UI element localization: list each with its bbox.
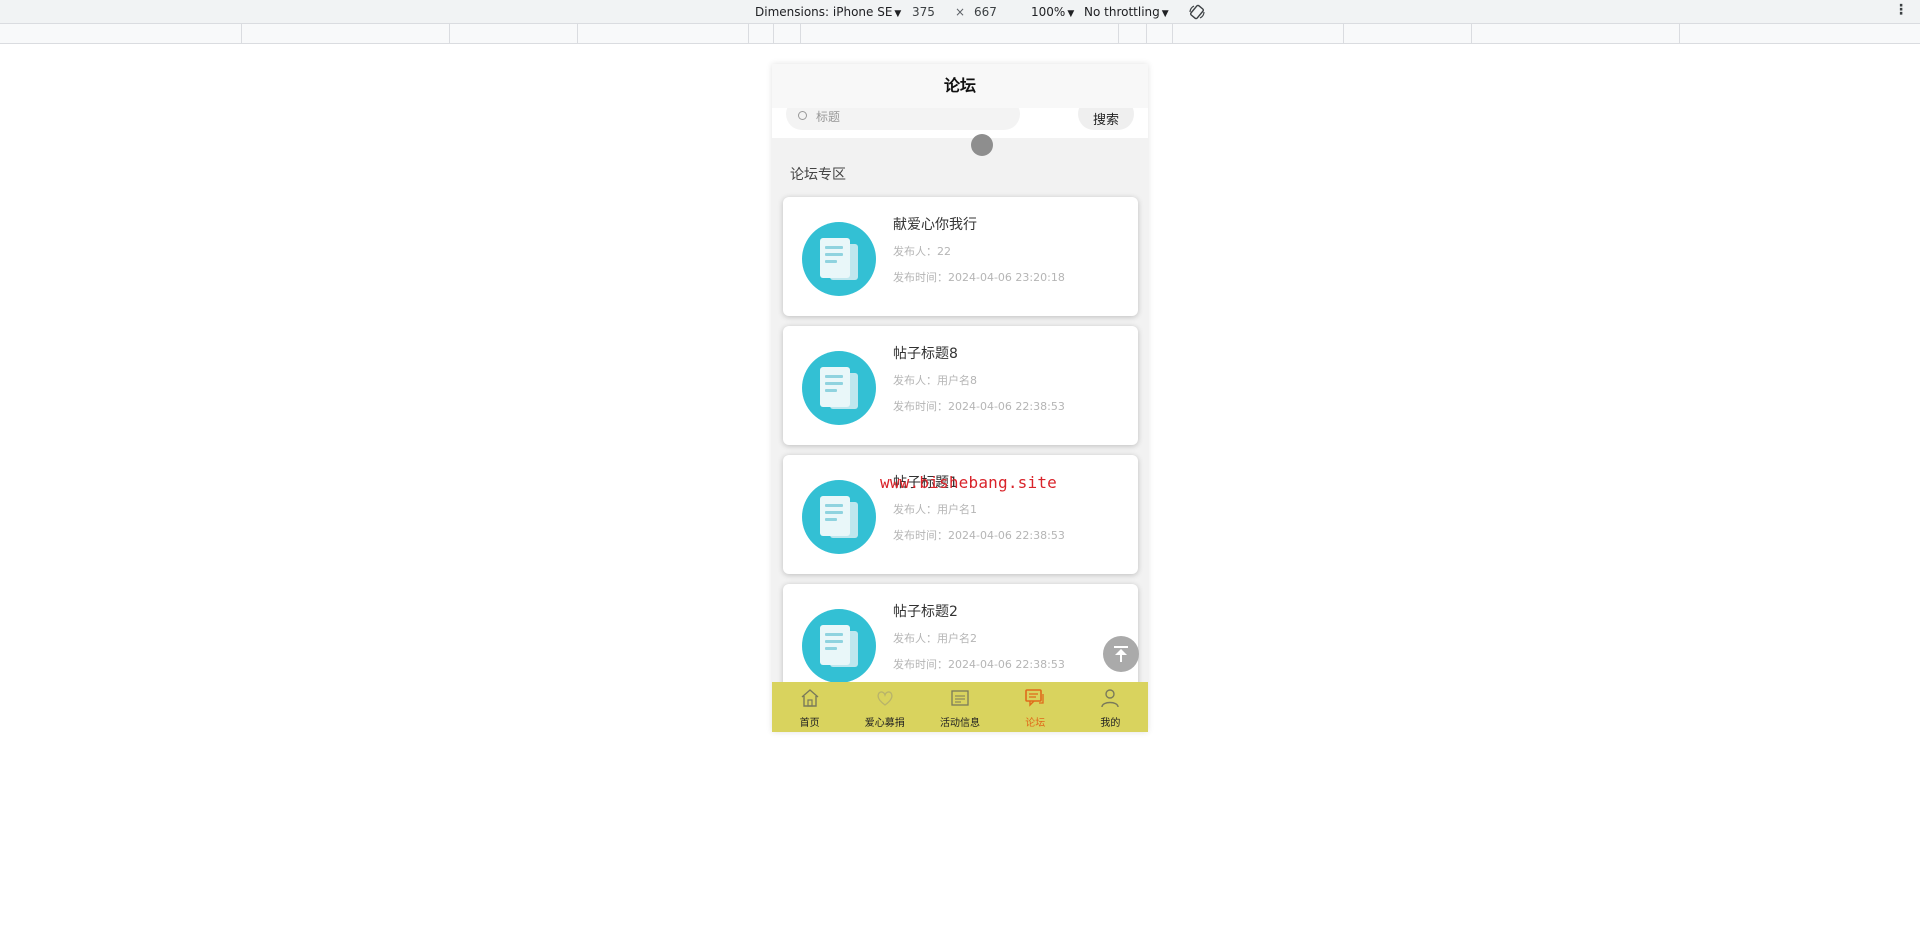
page-title: 论坛 [772, 64, 1148, 108]
more-options-icon[interactable]: ⋮ [1894, 2, 1908, 18]
tab-mine[interactable]: 我的 [1073, 682, 1148, 732]
throttling-label: No throttling [1084, 5, 1160, 19]
post-author: 发布人：22 [893, 245, 951, 258]
height-input[interactable]: 667 [974, 4, 997, 20]
touch-cursor-indicator [971, 134, 993, 156]
post-card[interactable]: 献爱心你我行 发布人：22 发布时间：2024-04-06 23:20:18 [783, 197, 1138, 316]
throttling-selector[interactable]: No throttling ▼ [1084, 4, 1169, 22]
post-time: 发布时间：2024-04-06 23:20:18 [893, 271, 1065, 284]
ruler-tick [1343, 24, 1344, 44]
devtools-device-toolbar: Dimensions: iPhone SE ▼ 375 × 667 100% ▼ N… [0, 0, 1920, 24]
zoom-label: 100% [1031, 5, 1066, 19]
width-input[interactable]: 375 [912, 4, 935, 20]
ruler-tick [241, 24, 242, 44]
search-button[interactable]: 搜索 [1078, 108, 1134, 130]
section-title: 论坛专区 [790, 167, 846, 183]
post-title: 帖子标题2 [893, 604, 958, 620]
watermark-text: www.bishebang.site [880, 473, 1057, 492]
tab-label: 论坛 [1025, 718, 1046, 729]
ruler-tick [1172, 24, 1173, 44]
device-selector[interactable]: Dimensions: iPhone SE ▼ [755, 4, 901, 22]
tab-label: 首页 [799, 718, 820, 729]
ruler-tick [577, 24, 578, 44]
ruler-tick [1118, 24, 1119, 44]
post-time: 发布时间：2024-04-06 22:38:53 [893, 658, 1065, 671]
media-query-ruler [0, 24, 1920, 44]
tab-label: 我的 [1100, 718, 1121, 729]
ruler-tick [800, 24, 801, 44]
post-time: 发布时间：2024-04-06 22:38:53 [893, 400, 1065, 413]
search-placeholder: 标题 [816, 110, 841, 124]
search-input[interactable]: 标题 [786, 108, 1020, 130]
ruler-tick [1146, 24, 1147, 44]
search-icon [798, 111, 807, 120]
activity-icon [951, 690, 969, 706]
search-bar: 标题 搜索 [772, 108, 1148, 138]
post-card[interactable]: 帖子标题8 发布人：用户名8 发布时间：2024-04-06 22:38:53 [783, 326, 1138, 445]
donate-icon [877, 691, 893, 706]
ruler-tick [449, 24, 450, 44]
tab-bar: 首页 爱心募捐 活动信息 论坛 我的 [772, 682, 1148, 732]
ruler-tick [748, 24, 749, 44]
chevron-down-icon: ▼ [1067, 9, 1075, 19]
post-author: 发布人：用户名2 [893, 632, 977, 645]
ruler-tick [773, 24, 774, 44]
tab-donate[interactable]: 爱心募捐 [847, 682, 922, 732]
back-to-top-button[interactable] [1103, 636, 1139, 672]
tab-forum[interactable]: 论坛 [998, 682, 1073, 732]
chevron-down-icon: ▼ [1161, 9, 1169, 19]
ruler-tick [1471, 24, 1472, 44]
rotate-icon[interactable] [1188, 3, 1206, 21]
forum-icon [1025, 689, 1044, 707]
chevron-down-icon: ▼ [894, 9, 902, 19]
user-icon [1101, 689, 1120, 708]
post-title: 帖子标题8 [893, 346, 958, 362]
device-selector-label: Dimensions: iPhone SE [755, 5, 893, 19]
times-symbol: × [955, 5, 966, 19]
post-document-icon [802, 480, 876, 554]
post-document-icon [802, 609, 876, 683]
post-document-icon [802, 222, 876, 296]
tab-activity[interactable]: 活动信息 [922, 682, 997, 732]
home-icon [801, 689, 819, 707]
tab-home[interactable]: 首页 [772, 682, 847, 732]
post-author: 发布人：用户名1 [893, 503, 977, 516]
post-time: 发布时间：2024-04-06 22:38:53 [893, 529, 1065, 542]
zoom-selector[interactable]: 100% ▼ [1031, 4, 1074, 22]
post-author: 发布人：用户名8 [893, 374, 977, 387]
tab-label: 活动信息 [940, 718, 980, 729]
phone-viewport: 论坛 标题 搜索 论坛专区 献爱心你我行 发布人：22 发布时间：2024-04… [772, 64, 1148, 732]
tab-label: 爱心募捐 [864, 718, 905, 729]
post-document-icon [802, 351, 876, 425]
post-title: 献爱心你我行 [893, 217, 977, 233]
ruler-tick [1679, 24, 1680, 44]
